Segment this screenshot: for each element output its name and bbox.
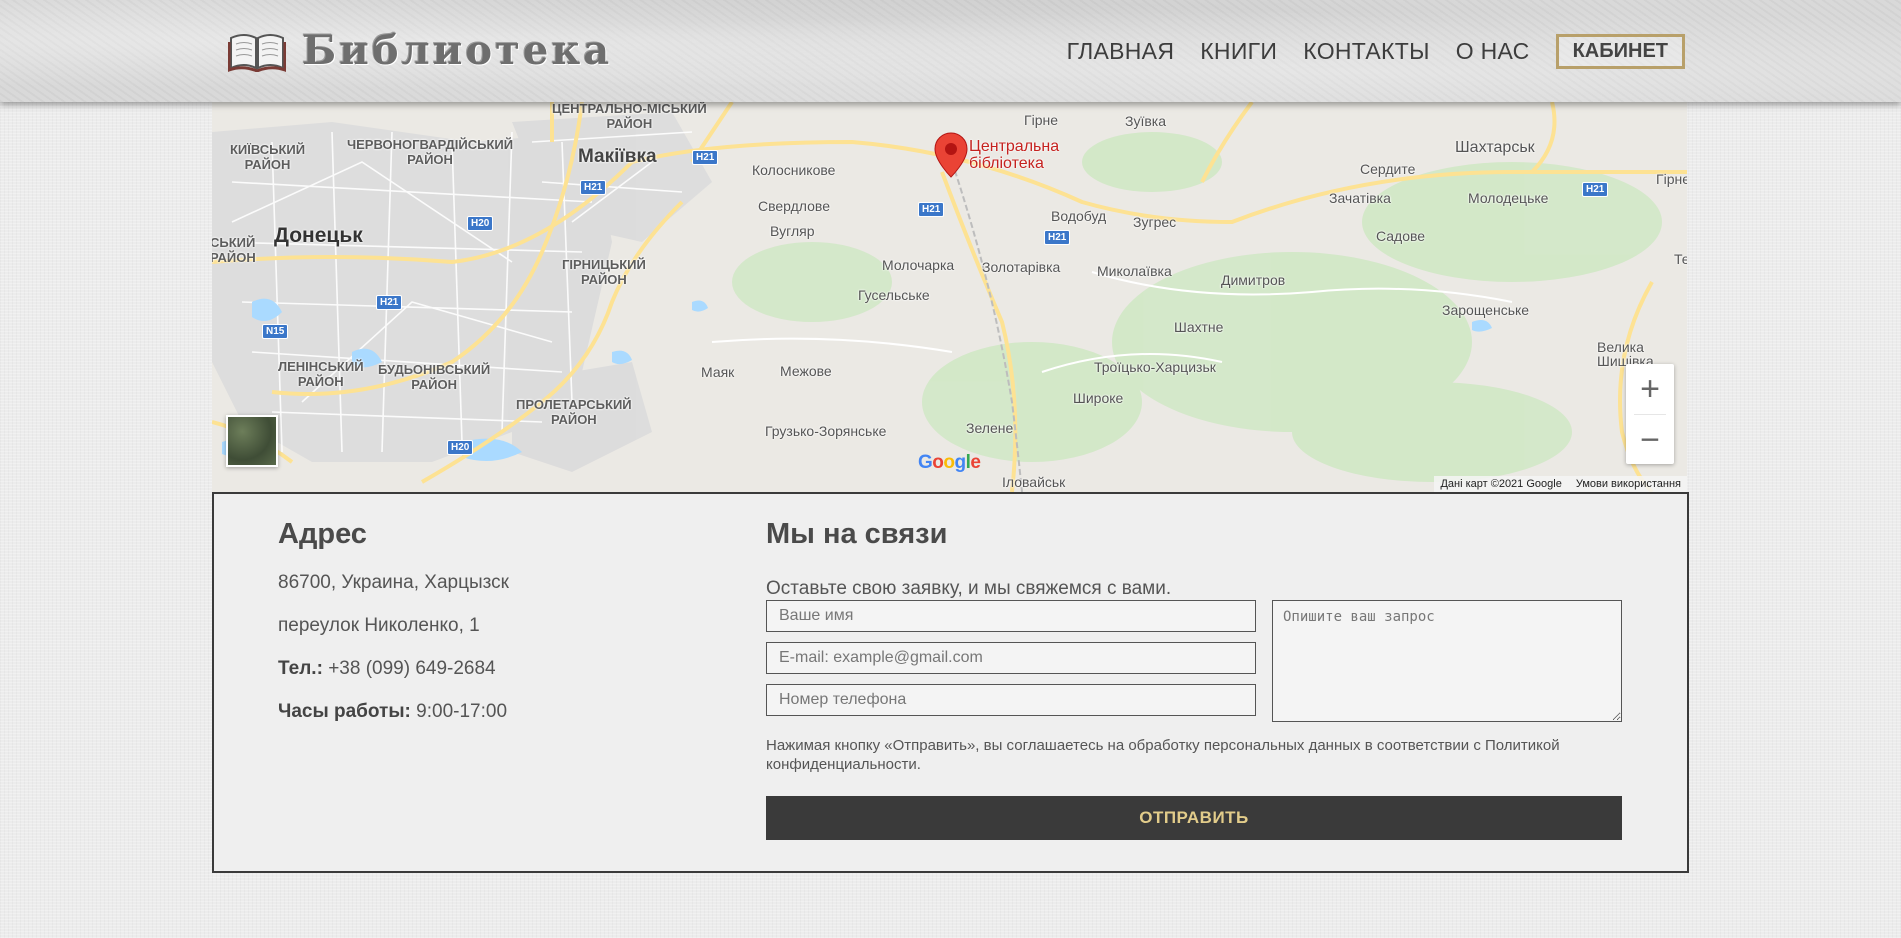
map-label: Межове — [780, 363, 832, 379]
contact-form: Мы на связи Оставьте свою заявку, и мы с… — [766, 518, 1626, 840]
address-line-1: 86700, Украина, Харцызск — [278, 572, 509, 593]
contact-title: Мы на связи — [766, 518, 948, 550]
cabinet-button[interactable]: КАБИНЕТ — [1555, 34, 1685, 69]
message-textarea[interactable] — [1272, 600, 1622, 722]
map-label: Зуївка — [1125, 113, 1167, 129]
site-title: Библиотека — [302, 26, 613, 74]
map-label: Молочарка — [882, 257, 955, 273]
nav-home[interactable]: ГЛАВНАЯ — [1067, 38, 1175, 65]
road-shield: H20 — [447, 440, 474, 455]
contact-lead: Оставьте свою заявку, и мы свяжемся с ва… — [766, 578, 1172, 599]
name-input[interactable] — [766, 600, 1256, 632]
map-data-credit: Дані карт ©2021 Google — [1440, 478, 1562, 490]
map-label: Гусельське — [858, 287, 930, 303]
road-shield: H21 — [580, 180, 607, 195]
phone-label: Тел.: — [278, 658, 323, 679]
submit-button[interactable]: ОТПРАВИТЬ — [766, 796, 1622, 840]
map-type-toggle[interactable] — [226, 415, 278, 467]
nav-contacts[interactable]: КОНТАКТЫ — [1303, 38, 1429, 65]
road-shield: H21 — [692, 150, 719, 165]
map-label: Миколаївка — [1097, 263, 1172, 279]
map-label: Донецьк — [274, 224, 363, 247]
site-header: Библиотека ГЛАВНАЯ КНИГИ КОНТАКТЫ О НАС … — [0, 0, 1901, 102]
map-attribution: Дані карт ©2021 Google Умови використання — [1434, 476, 1687, 492]
consent-text: Нажимая кнопку «Отправить», вы соглашает… — [766, 737, 1560, 773]
hours-label: Часы работы: — [278, 701, 411, 722]
map-label: Широке — [1073, 390, 1124, 406]
phone-value[interactable]: +38 (099) 649-2684 — [328, 658, 495, 679]
map-label: Золотарівка — [982, 259, 1061, 275]
map-label: Водобуд — [1051, 208, 1107, 224]
hours-value: 9:00-17:00 — [416, 701, 508, 722]
zoom-controls: + − — [1626, 364, 1674, 464]
map-label: Гірне — [1656, 171, 1687, 187]
map-label: Шахтне — [1174, 319, 1224, 335]
nav-books[interactable]: КНИГИ — [1200, 38, 1277, 65]
hours-line: Часы работы: 9:00-17:00 — [278, 701, 507, 723]
road-shield: N15 — [262, 324, 289, 339]
map-label: Зарощенське — [1442, 302, 1530, 318]
map-marker-icon[interactable] — [934, 132, 968, 178]
map-label: Зачатівка — [1329, 190, 1391, 206]
map-label: Садове — [1376, 228, 1426, 244]
zoom-in-button[interactable]: + — [1626, 364, 1674, 414]
phone-line: Тел.: +38 (099) 649-2684 — [278, 658, 496, 680]
nav-about[interactable]: О НАС — [1456, 38, 1530, 65]
contact-section: Адрес 86700, Украина, Харцызск переулок … — [212, 492, 1689, 873]
map-label: Свердлове — [758, 198, 830, 214]
map-label: Те — [1674, 251, 1687, 267]
open-book-icon — [228, 34, 286, 72]
google-logo: Google — [918, 452, 981, 473]
address-title: Адрес — [278, 518, 367, 550]
road-shield: H21 — [918, 202, 945, 217]
address-line-2: переулок Николенко, 1 — [278, 615, 480, 636]
road-shield: H20 — [467, 216, 494, 231]
map-label: Маяк — [701, 364, 735, 380]
road-shield: H21 — [376, 295, 403, 310]
map-label: БУДЬОНІВСЬКИЙ РАЙОН — [378, 362, 491, 392]
map-label: ПРОЛЕТАРСЬКИЙ РАЙОН — [516, 397, 632, 427]
map-label: Шахтарськ — [1455, 139, 1535, 156]
map-label: Сердите — [1360, 161, 1416, 177]
map-label: Зугрес — [1133, 214, 1177, 230]
address-block: Адрес 86700, Украина, Харцызск переулок … — [278, 518, 718, 722]
map-terms-link[interactable]: Умови використання — [1576, 478, 1681, 490]
map-label: Іловайськ — [1002, 474, 1066, 490]
email-input[interactable] — [766, 642, 1256, 674]
map-label: Димитров — [1221, 272, 1286, 288]
map-label: СЬКИЙ РАЙОН — [212, 235, 256, 265]
map-label: КИЇВСЬКИЙ РАЙОН — [230, 142, 306, 172]
google-map[interactable]: КИЇВСЬКИЙ РАЙОН ЧЕРВОНОГВАРДІЙСЬКИЙ РАЙО… — [212, 102, 1687, 492]
map-label: ЧЕРВОНОГВАРДІЙСЬКИЙ РАЙОН — [347, 137, 514, 167]
road-shield: H21 — [1044, 230, 1071, 245]
map-label: Молодецьке — [1468, 190, 1549, 206]
map-label: Гірне — [1024, 112, 1058, 128]
map-label: Макіївка — [578, 146, 657, 167]
main-nav: ГЛАВНАЯ КНИГИ КОНТАКТЫ О НАС КАБИНЕТ — [1041, 34, 1685, 69]
map-label: ЦЕНТРАЛЬНО-МІСЬКИЙ РАЙОН — [552, 102, 707, 131]
phone-input[interactable] — [766, 684, 1256, 716]
site-logo[interactable]: Библиотека — [228, 24, 612, 76]
map-label: Колосникове — [752, 162, 836, 178]
map-label: Грузько-Зорянське — [765, 423, 887, 439]
road-shield: H21 — [1582, 182, 1609, 197]
map-label: Троїцько-Харцизьк — [1094, 359, 1216, 375]
map-label: Зелене — [966, 420, 1014, 436]
map-label: Вугляр — [770, 223, 815, 239]
map-label: ГІРНИЦЬКИЙ РАЙОН — [562, 257, 646, 287]
marker-label[interactable]: Центральна бібліотека — [969, 138, 1059, 172]
map-label: ЛЕНІНСЬКИЙ РАЙОН — [278, 359, 364, 389]
zoom-out-button[interactable]: − — [1626, 415, 1674, 465]
